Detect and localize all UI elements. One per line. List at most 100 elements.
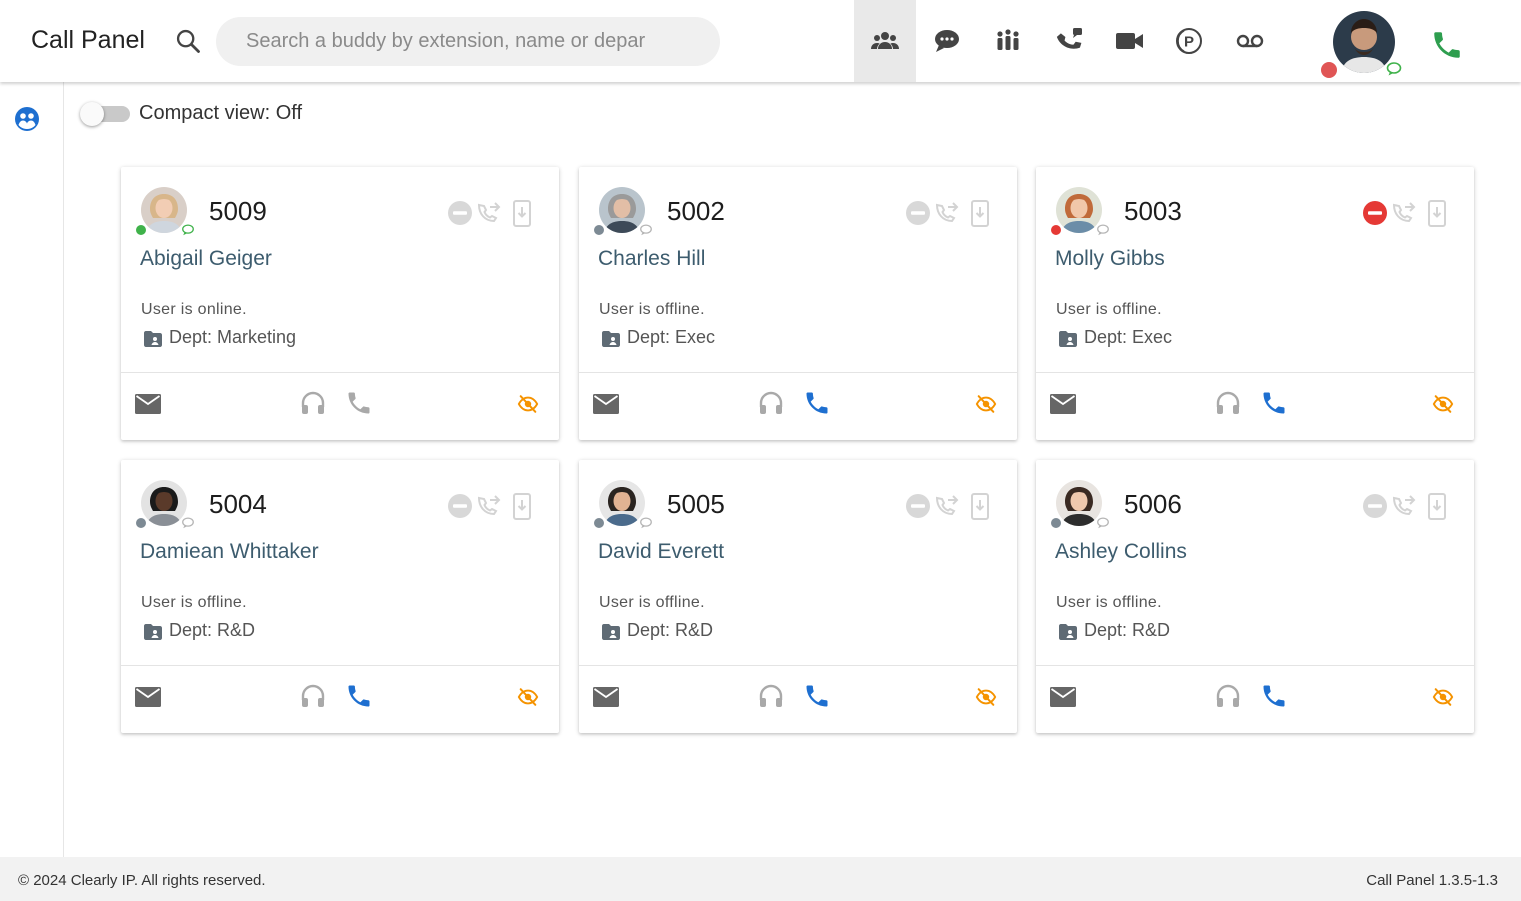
call-button[interactable] <box>1430 28 1464 62</box>
card-divider <box>121 372 559 373</box>
nav-parking-button[interactable]: P <box>1158 0 1220 82</box>
nav-groups-button[interactable] <box>977 0 1039 82</box>
buddy-name: David Everett <box>598 540 725 563</box>
do-not-disturb-icon[interactable] <box>906 201 930 225</box>
search-input[interactable] <box>216 17 720 66</box>
voicemail-icon <box>1236 34 1264 48</box>
headset-icon[interactable] <box>299 682 327 710</box>
email-icon[interactable] <box>1049 686 1077 708</box>
toggle-knob <box>80 102 104 126</box>
nav-video-button[interactable] <box>1098 0 1160 82</box>
do-not-disturb-icon[interactable] <box>1363 494 1387 518</box>
email-icon[interactable] <box>134 686 162 708</box>
buddy-status-text: User is offline. <box>599 301 705 318</box>
buddy-extension: 5003 <box>1124 196 1182 226</box>
buddy-card[interactable]: 5002 Charles Hill User is offline. Dept:… <box>579 167 1017 440</box>
call-forward-icon[interactable] <box>477 495 501 516</box>
buddy-card[interactable]: 5003 Molly Gibbs User is offline. Dept: … <box>1036 167 1474 440</box>
do-not-disturb-icon[interactable] <box>1363 201 1387 225</box>
chat-status-icon <box>640 224 652 236</box>
mobile-device-icon[interactable] <box>513 493 531 520</box>
department-folder-icon <box>1059 331 1077 347</box>
eye-off-icon[interactable] <box>517 393 539 415</box>
call-phone-icon[interactable] <box>345 682 373 710</box>
chat-status-icon <box>1097 224 1109 236</box>
call-forward-icon[interactable] <box>1392 495 1416 516</box>
top-bar: Call Panel P <box>0 0 1521 82</box>
call-phone-icon[interactable] <box>1260 389 1288 417</box>
eye-off-icon[interactable] <box>1432 393 1454 415</box>
buddy-card[interactable]: 5006 Ashley Collins User is offline. Dep… <box>1036 460 1474 733</box>
call-forward-icon[interactable] <box>477 202 501 223</box>
chat-status-icon <box>182 517 194 529</box>
call-forward-icon[interactable] <box>935 202 959 223</box>
buddy-name: Charles Hill <box>598 247 706 270</box>
video-icon <box>1116 33 1143 49</box>
headset-icon[interactable] <box>299 389 327 417</box>
call-forward-icon[interactable] <box>935 495 959 516</box>
mobile-device-icon[interactable] <box>1428 200 1446 227</box>
chat-status-icon <box>640 517 652 529</box>
nav-call-queue-button[interactable] <box>1038 0 1100 82</box>
mobile-device-icon[interactable] <box>513 200 531 227</box>
buddy-card[interactable]: 5004 Damiean Whittaker User is offline. … <box>121 460 559 733</box>
email-icon[interactable] <box>592 686 620 708</box>
groups-icon <box>997 29 1019 50</box>
eye-off-icon[interactable] <box>975 686 997 708</box>
headset-icon[interactable] <box>757 389 785 417</box>
do-not-disturb-icon[interactable] <box>448 494 472 518</box>
do-not-disturb-icon[interactable] <box>906 494 930 518</box>
do-not-disturb-icon[interactable] <box>448 201 472 225</box>
buddy-extension: 5006 <box>1124 489 1182 519</box>
mobile-device-icon[interactable] <box>971 493 989 520</box>
call-phone-icon[interactable] <box>803 389 831 417</box>
buddy-actions <box>906 200 989 227</box>
buddy-card[interactable]: 5005 David Everett User is offline. Dept… <box>579 460 1017 733</box>
sidebar <box>0 82 64 857</box>
buddy-extension: 5002 <box>667 196 725 226</box>
headset-icon[interactable] <box>1214 389 1242 417</box>
call-phone-icon[interactable] <box>345 389 373 417</box>
department-folder-icon <box>602 624 620 640</box>
headset-icon[interactable] <box>757 682 785 710</box>
presence-dot <box>1050 517 1062 529</box>
presence-dot <box>135 517 147 529</box>
buddy-department: Dept: Exec <box>1084 327 1173 347</box>
buddy-panel-icon[interactable] <box>13 105 41 133</box>
email-icon[interactable] <box>134 393 162 415</box>
call-phone-icon[interactable] <box>1260 682 1288 710</box>
buddy-card[interactable]: 5009 Abigail Geiger User is online. Dept… <box>121 167 559 440</box>
buddy-name: Damiean Whittaker <box>140 540 319 563</box>
card-divider <box>579 665 1017 666</box>
eye-off-icon[interactable] <box>1432 686 1454 708</box>
department-folder-icon <box>602 331 620 347</box>
eye-off-icon[interactable] <box>517 686 539 708</box>
presence-dot <box>593 517 605 529</box>
presence-dot <box>135 224 147 236</box>
chat-status-icon <box>182 224 194 236</box>
headset-icon[interactable] <box>1214 682 1242 710</box>
call-forward-icon[interactable] <box>1392 202 1416 223</box>
buddy-actions <box>1363 493 1446 520</box>
call-queue-icon <box>1056 28 1082 49</box>
department-folder-icon <box>1059 624 1077 640</box>
buddy-status-text: User is online. <box>141 301 247 318</box>
card-divider <box>579 372 1017 373</box>
buddy-extension: 5005 <box>667 489 725 519</box>
buddy-actions <box>906 493 989 520</box>
buddy-status-text: User is offline. <box>1056 594 1162 611</box>
call-phone-icon[interactable] <box>803 682 831 710</box>
nav-buddies-button[interactable] <box>854 0 916 82</box>
presence-dot <box>593 224 605 236</box>
compact-view-toggle[interactable] <box>80 102 130 126</box>
mobile-device-icon[interactable] <box>971 200 989 227</box>
mobile-device-icon[interactable] <box>1428 493 1446 520</box>
email-icon[interactable] <box>1049 393 1077 415</box>
nav-voicemail-button[interactable] <box>1219 0 1281 82</box>
buddy-department: Dept: R&D <box>627 620 714 640</box>
nav-chat-button[interactable] <box>916 0 978 82</box>
email-icon[interactable] <box>592 393 620 415</box>
search-icon[interactable] <box>174 27 202 55</box>
eye-off-icon[interactable] <box>975 393 997 415</box>
buddy-status-text: User is offline. <box>599 594 705 611</box>
